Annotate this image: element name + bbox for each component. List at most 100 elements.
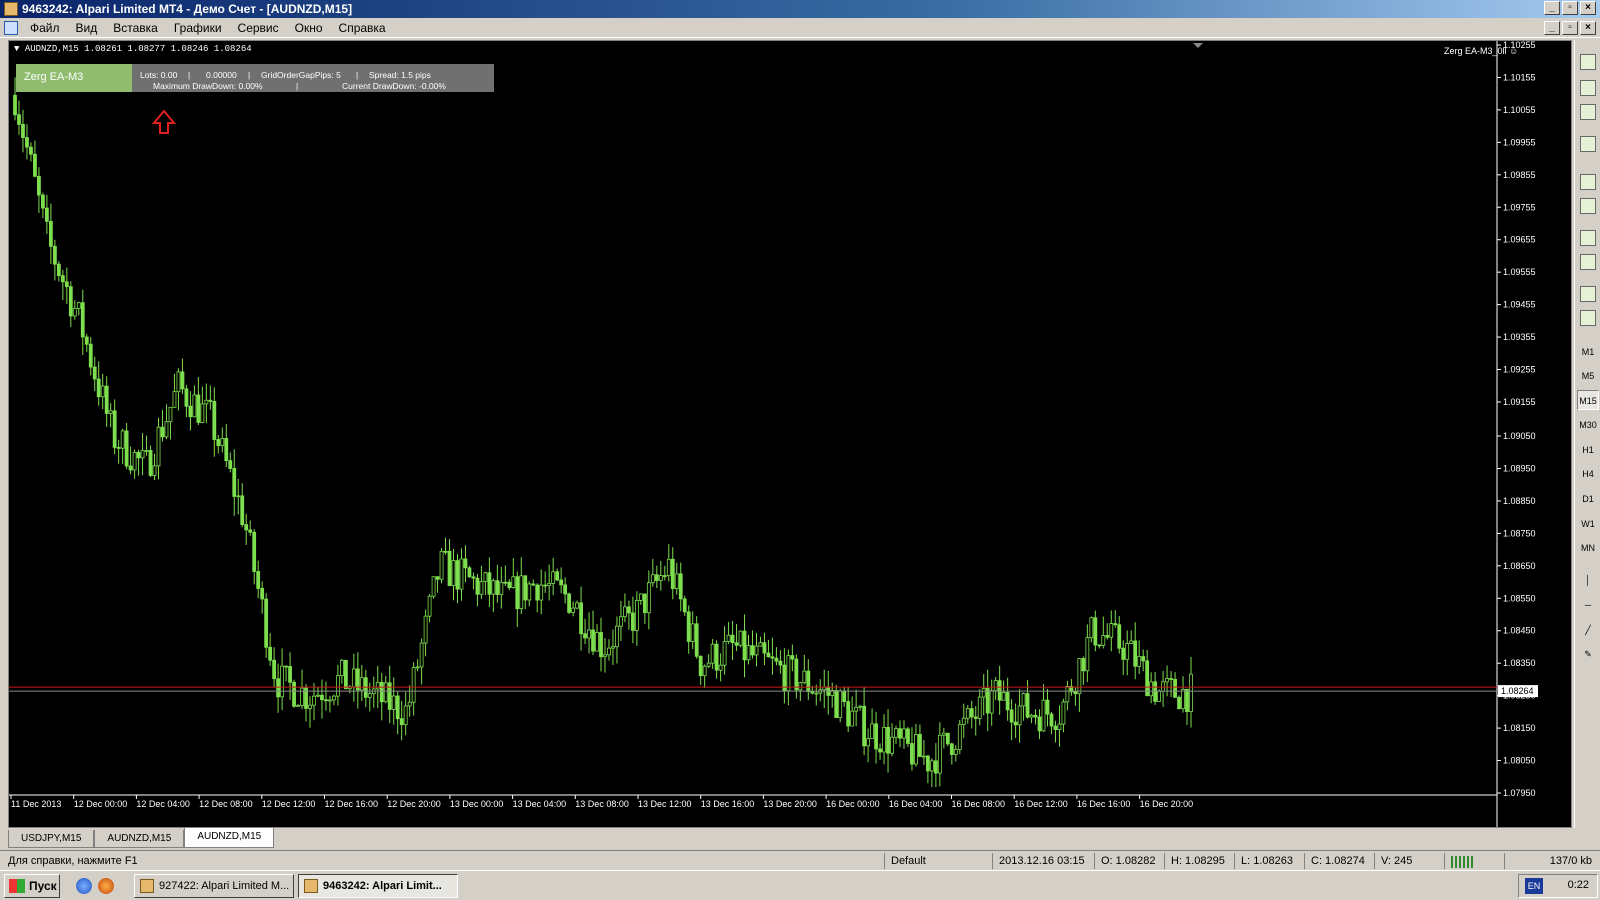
candle-body: [726, 634, 731, 642]
firefox-icon[interactable]: [98, 878, 114, 894]
timeframe-m15[interactable]: M15: [1577, 390, 1599, 410]
child-minimize-button[interactable]: _: [1544, 21, 1560, 35]
candle-body: [662, 575, 667, 577]
candle-body: [487, 572, 492, 595]
candle-body: [1061, 701, 1066, 725]
time-tick-label: 13 Dec 08:00: [575, 799, 629, 809]
candle-body: [124, 430, 129, 467]
candle-body: [798, 682, 803, 691]
taskbar-item-mt4-1[interactable]: 927422: Alpari Limited M...: [134, 874, 294, 898]
menu-tools[interactable]: Сервис: [230, 18, 287, 37]
candle-body: [1125, 643, 1130, 660]
time-tick-label: 16 Dec 00:00: [826, 799, 880, 809]
candlestick-icon[interactable]: [1580, 198, 1596, 214]
timeframe-mn[interactable]: MN: [1577, 538, 1599, 558]
auto-scroll-icon[interactable]: [1580, 286, 1596, 302]
trendline-icon[interactable]: ╱: [1577, 620, 1599, 640]
candle-body: [682, 598, 687, 613]
price-tick-label: 1.09355: [1503, 332, 1536, 342]
candle-body: [160, 426, 165, 438]
bar-chart-icon[interactable]: [1580, 174, 1596, 190]
candle-body: [1109, 623, 1114, 638]
candle-body: [320, 694, 324, 701]
timeframe-m5[interactable]: M5: [1577, 366, 1599, 386]
menu-charts[interactable]: Графики: [166, 18, 230, 37]
mt4-icon: [140, 879, 154, 893]
price-tick-label: 1.09755: [1503, 202, 1536, 212]
candle-body: [862, 705, 867, 747]
candle-body: [332, 695, 336, 701]
candle-body: [284, 665, 288, 668]
chart-shift-icon[interactable]: [1580, 310, 1596, 326]
restore-button[interactable]: ▫: [1562, 1, 1578, 15]
timeframe-m1[interactable]: M1: [1577, 342, 1599, 362]
taskbar-item-mt4-2[interactable]: 9463242: Alpari Limit...: [298, 874, 458, 898]
candle-body: [706, 662, 711, 667]
candle-body: [718, 664, 723, 671]
candle-body: [1189, 673, 1193, 713]
candle-body: [1169, 678, 1173, 680]
candle-body: [531, 583, 536, 586]
time-tick-label: 13 Dec 12:00: [638, 799, 692, 809]
horizontal-line-icon[interactable]: ─: [1577, 595, 1599, 615]
tab-audnzd-1[interactable]: AUDNZD,M15: [94, 830, 185, 848]
candle-body: [276, 678, 281, 698]
close-button[interactable]: ×: [1580, 1, 1596, 15]
candle-body: [395, 695, 400, 720]
price-tick-label: 1.10055: [1503, 105, 1536, 115]
vertical-line-icon[interactable]: │: [1577, 570, 1599, 590]
new-chart-icon[interactable]: [1580, 136, 1596, 152]
zoom-out-icon[interactable]: [1580, 254, 1596, 270]
language-indicator[interactable]: EN: [1525, 878, 1543, 894]
timeframe-h4[interactable]: H4: [1577, 464, 1599, 484]
candle-body: [419, 642, 424, 668]
candle-body: [52, 245, 57, 265]
zoom-in-icon[interactable]: [1580, 230, 1596, 246]
price-chart[interactable]: 1.102551.101551.100551.099551.098551.097…: [9, 41, 1571, 827]
candle-body: [427, 595, 432, 617]
new-order-icon[interactable]: [1580, 54, 1596, 70]
document-icon[interactable]: [4, 21, 18, 35]
menu-insert[interactable]: Вставка: [105, 18, 166, 37]
ie-icon[interactable]: [76, 878, 92, 894]
candle-body: [846, 701, 851, 727]
candle-body: [491, 580, 496, 595]
time-tick-label: 16 Dec 20:00: [1140, 799, 1194, 809]
candle-body: [1093, 617, 1098, 646]
menu-help[interactable]: Справка: [331, 18, 394, 37]
candle-body: [164, 421, 169, 438]
timeframe-w1[interactable]: W1: [1577, 514, 1599, 534]
price-tick-label: 1.08350: [1503, 658, 1536, 668]
time-tick-label: 13 Dec 16:00: [701, 799, 755, 809]
candle-body: [770, 656, 775, 659]
child-close-button[interactable]: ×: [1580, 21, 1596, 35]
timeframe-m30[interactable]: M30: [1577, 415, 1599, 435]
tab-audnzd-2[interactable]: AUDNZD,M15: [184, 828, 275, 848]
title-bar: 9463242: Alpari Limited MT4 - Демо Счет …: [0, 0, 1600, 18]
menu-window[interactable]: Окно: [287, 18, 331, 37]
candle-body: [236, 495, 241, 498]
timeframe-d1[interactable]: D1: [1577, 489, 1599, 509]
drawing-tools-icon[interactable]: ✎: [1577, 644, 1599, 664]
candle-body: [786, 655, 791, 692]
tab-usdjpy[interactable]: USDJPY,M15: [8, 830, 95, 848]
chart-menu-icon[interactable]: ▼: [14, 44, 19, 54]
menu-file[interactable]: Файл: [22, 18, 68, 37]
child-restore-button[interactable]: ▫: [1562, 21, 1578, 35]
candle-body: [495, 580, 500, 595]
candle-body: [1177, 696, 1181, 710]
navigator-icon[interactable]: [1580, 80, 1596, 96]
candle-body: [599, 632, 603, 658]
candle-body: [1033, 714, 1038, 718]
chart-area[interactable]: 1.10255 1.10155 1.10055 1.09955 1.09855 1.097…: [8, 40, 1572, 828]
time-tick-label: 12 Dec 16:00: [325, 799, 379, 809]
menu-view[interactable]: Вид: [68, 18, 106, 37]
minimize-button[interactable]: _: [1544, 1, 1560, 15]
expert-advisor-label[interactable]: Zerg EA-M3_0ll ☺: [1444, 46, 1518, 56]
time-tick-label: 12 Dec 04:00: [136, 799, 190, 809]
timeframe-h1[interactable]: H1: [1577, 440, 1599, 460]
candle-body: [778, 660, 783, 666]
market-watch-icon[interactable]: [1580, 104, 1596, 120]
candle-body: [698, 655, 703, 677]
start-button[interactable]: Пуск: [4, 874, 60, 898]
